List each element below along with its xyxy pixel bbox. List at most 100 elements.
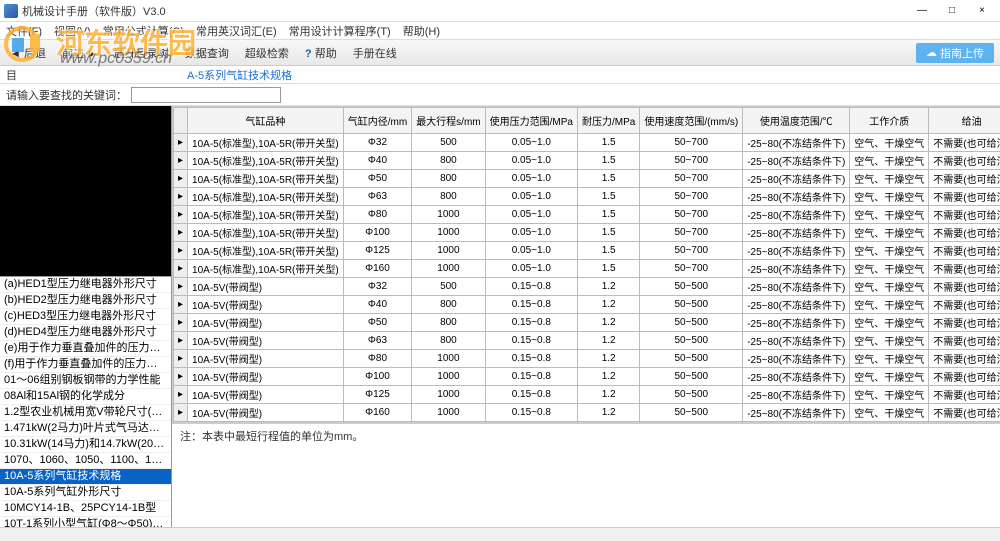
list-item[interactable]: (e)用于作力垂直叠加件的压力继电器的规格… bbox=[0, 341, 171, 357]
table-row[interactable]: ▸10A-5V(带阀型)Φ325000.15~0.81.250~500-25~8… bbox=[174, 278, 1000, 296]
status-bar bbox=[0, 527, 1000, 541]
table-row[interactable]: ▸10A-5(标准型),10A-5R(带开关型)Φ638000.05~1.01.… bbox=[174, 188, 1000, 206]
table-cell: 10A-5V(带阀型) bbox=[188, 332, 344, 350]
table-cell: 10A-5(标准型),10A-5R(带开关型) bbox=[188, 206, 344, 224]
table-row[interactable]: ▸10A-5V(带阀型)Φ12510000.15~0.81.250~500-25… bbox=[174, 386, 1000, 404]
table-cell: 不需要(也可给油) bbox=[929, 332, 1000, 350]
table-cell: Φ40 bbox=[343, 296, 411, 314]
table-cell: 空气、干燥空气 bbox=[850, 296, 929, 314]
table-cell: 10A-5V(带阀型) bbox=[188, 404, 344, 422]
menu-design[interactable]: 常用设计计算程序(T) bbox=[289, 23, 391, 39]
menu-file[interactable]: 文件(F) bbox=[6, 23, 42, 39]
table-cell: 1000 bbox=[412, 242, 485, 260]
table-row[interactable]: ▸10A-5(标准型),10A-5R(带开关型)Φ8010000.05~1.01… bbox=[174, 206, 1000, 224]
list-item[interactable]: 1070、1060、1050、1100、1200、3003、3… bbox=[0, 453, 171, 469]
column-header[interactable]: 给油 bbox=[929, 108, 1000, 134]
table-cell: 50~700 bbox=[640, 152, 743, 170]
table-row[interactable]: ▸10A-5V(带阀型)Φ408000.15~0.81.250~500-25~8… bbox=[174, 296, 1000, 314]
table-row[interactable]: ▸10A-5V(带阀型)Φ8010000.15~0.81.250~500-25~… bbox=[174, 350, 1000, 368]
table-cell: 不需要(也可给油) bbox=[929, 206, 1000, 224]
column-header[interactable]: 使用温度范围/℃ bbox=[743, 108, 850, 134]
column-header[interactable]: 使用速度范围/(mm/s) bbox=[640, 108, 743, 134]
table-row[interactable]: ▸10A-5(标准型),10A-5R(带开关型)Φ508000.05~1.01.… bbox=[174, 170, 1000, 188]
table-row[interactable]: ▸10A-5(标准型),10A-5R(带开关型)Φ16010000.05~1.0… bbox=[174, 260, 1000, 278]
table-cell: 500 bbox=[412, 134, 485, 152]
menu-dictionary[interactable]: 常用英汉词汇(E) bbox=[196, 23, 277, 39]
list-item[interactable]: 10A-5系列气缸技术规格 bbox=[0, 469, 171, 485]
table-cell: 0.15~0.8 bbox=[485, 278, 577, 296]
menu-formula[interactable]: 常用公式计算(C) bbox=[103, 23, 184, 39]
menu-help[interactable]: 帮助(H) bbox=[403, 23, 440, 39]
forward-button[interactable]: 前进 ► bbox=[58, 43, 102, 63]
list-item[interactable]: 10T-1系列小型气缸(Φ8～Φ50)技术规格 bbox=[0, 517, 171, 527]
upload-guide-button[interactable]: ☁ 指南上传 bbox=[916, 43, 994, 63]
data-table: 气缸品种气缸内径/mm最大行程s/mm使用压力范围/MPa耐压力/MPa使用速度… bbox=[173, 107, 1000, 422]
table-row[interactable]: ▸10A-5V(带阀型)Φ10010000.15~0.81.250~500-25… bbox=[174, 368, 1000, 386]
super-search-button[interactable]: 超级检索 bbox=[241, 43, 293, 63]
list-item[interactable]: 08Al和15Al钢的化学成分 bbox=[0, 389, 171, 405]
table-row[interactable]: ▸10A-5(标准型),10A-5R(带开关型)Φ325000.05~1.01.… bbox=[174, 134, 1000, 152]
table-cell: 0.05~1.0 bbox=[485, 224, 577, 242]
table-row[interactable]: ▸10A-5(标准型),10A-5R(带开关型)Φ408000.05~1.01.… bbox=[174, 152, 1000, 170]
list-item[interactable]: 10.31kW(14马力)和14.7kW(20马力)叶片式… bbox=[0, 437, 171, 453]
table-cell: 10A-5V(带阀型) bbox=[188, 350, 344, 368]
list-item[interactable]: (a)HED1型压力继电器外形尺寸 bbox=[0, 277, 171, 293]
table-cell: Φ100 bbox=[343, 368, 411, 386]
table-cell: 50~500 bbox=[640, 314, 743, 332]
list-item[interactable]: (c)HED3型压力继电器外形尺寸 bbox=[0, 309, 171, 325]
table-cell: 空气、干燥空气 bbox=[850, 278, 929, 296]
column-header[interactable]: 最大行程s/mm bbox=[412, 108, 485, 134]
index-list[interactable]: (a)HED1型压力继电器外形尺寸(b)HED2型压力继电器外形尺寸(c)HED… bbox=[0, 276, 171, 527]
close-button[interactable]: × bbox=[968, 2, 996, 20]
list-item[interactable]: (f)用于作力垂直叠加件的压力继电器的规格… bbox=[0, 357, 171, 373]
table-cell: 空气、干燥空气 bbox=[850, 386, 929, 404]
list-item[interactable]: 01～06组别钢板钢带的力学性能 bbox=[0, 373, 171, 389]
help-button[interactable]: ? 帮助 bbox=[301, 43, 341, 63]
table-cell: 1.2 bbox=[577, 296, 639, 314]
table-cell: 0.15~0.8 bbox=[485, 314, 577, 332]
table-cell: 不需要(也可给油) bbox=[929, 350, 1000, 368]
expand-tree-button[interactable]: 展开目录树 bbox=[110, 43, 173, 63]
column-header[interactable]: 气缸内径/mm bbox=[343, 108, 411, 134]
table-cell: 50~700 bbox=[640, 188, 743, 206]
list-item[interactable]: 10A-5系列气缸外形尺寸 bbox=[0, 485, 171, 501]
table-cell: 1.5 bbox=[577, 170, 639, 188]
table-cell: 50~700 bbox=[640, 170, 743, 188]
column-header[interactable]: 使用压力范围/MPa bbox=[485, 108, 577, 134]
data-table-wrap[interactable]: 气缸品种气缸内径/mm最大行程s/mm使用压力范围/MPa耐压力/MPa使用速度… bbox=[172, 106, 1000, 423]
table-row[interactable]: ▸10A-5V(带阀型)Φ16010000.15~0.81.250~500-25… bbox=[174, 404, 1000, 422]
table-cell: 50~700 bbox=[640, 242, 743, 260]
list-item[interactable]: 10MCY14-1B、25PCY14-1B型 bbox=[0, 501, 171, 517]
list-item[interactable]: (d)HED4型压力继电器外形尺寸 bbox=[0, 325, 171, 341]
manual-online-button[interactable]: 手册在线 bbox=[349, 43, 401, 63]
search-input[interactable] bbox=[131, 87, 281, 103]
table-cell: 1000 bbox=[412, 368, 485, 386]
table-row[interactable]: ▸10A-5V(带阀型)Φ638000.15~0.81.250~500-25~8… bbox=[174, 332, 1000, 350]
table-row[interactable]: ▸10A-5(标准型),10A-5R(带开关型)Φ10010000.05~1.0… bbox=[174, 224, 1000, 242]
table-cell: -25~80(不冻结条件下) bbox=[743, 260, 850, 278]
table-cell: 空气、干燥空气 bbox=[850, 350, 929, 368]
table-cell: 50~700 bbox=[640, 260, 743, 278]
table-cell: 1000 bbox=[412, 386, 485, 404]
table-cell: Φ125 bbox=[343, 242, 411, 260]
list-item[interactable]: (b)HED2型压力继电器外形尺寸 bbox=[0, 293, 171, 309]
table-cell: 不需要(也可给油) bbox=[929, 152, 1000, 170]
table-row[interactable]: ▸10A-5(标准型),10A-5R(带开关型)Φ12510000.05~1.0… bbox=[174, 242, 1000, 260]
titlebar: 机械设计手册（软件版）V3.0 — □ × bbox=[0, 0, 1000, 22]
menu-view[interactable]: 视图(V) bbox=[54, 23, 91, 39]
column-header[interactable]: 工作介质 bbox=[850, 108, 929, 134]
table-cell: 不需要(也可给油) bbox=[929, 134, 1000, 152]
table-cell: 0.15~0.8 bbox=[485, 368, 577, 386]
maximize-button[interactable]: □ bbox=[938, 2, 966, 20]
minimize-button[interactable]: — bbox=[908, 2, 936, 20]
table-cell: 1.2 bbox=[577, 278, 639, 296]
data-query-button[interactable]: 数据查询 bbox=[181, 43, 233, 63]
table-cell: 1.5 bbox=[577, 242, 639, 260]
list-item[interactable]: 1.2型农业机械用宽V带轮尺寸(摘自GB/T 1… bbox=[0, 405, 171, 421]
column-header[interactable]: 气缸品种 bbox=[188, 108, 344, 134]
list-item[interactable]: 1.471kW(2马力)叶片式气马达技术规格及外… bbox=[0, 421, 171, 437]
table-cell: 空气、干燥空气 bbox=[850, 134, 929, 152]
column-header[interactable]: 耐压力/MPa bbox=[577, 108, 639, 134]
back-button[interactable]: ◄ 后退 bbox=[6, 43, 50, 63]
table-row[interactable]: ▸10A-5V(带阀型)Φ508000.15~0.81.250~500-25~8… bbox=[174, 314, 1000, 332]
